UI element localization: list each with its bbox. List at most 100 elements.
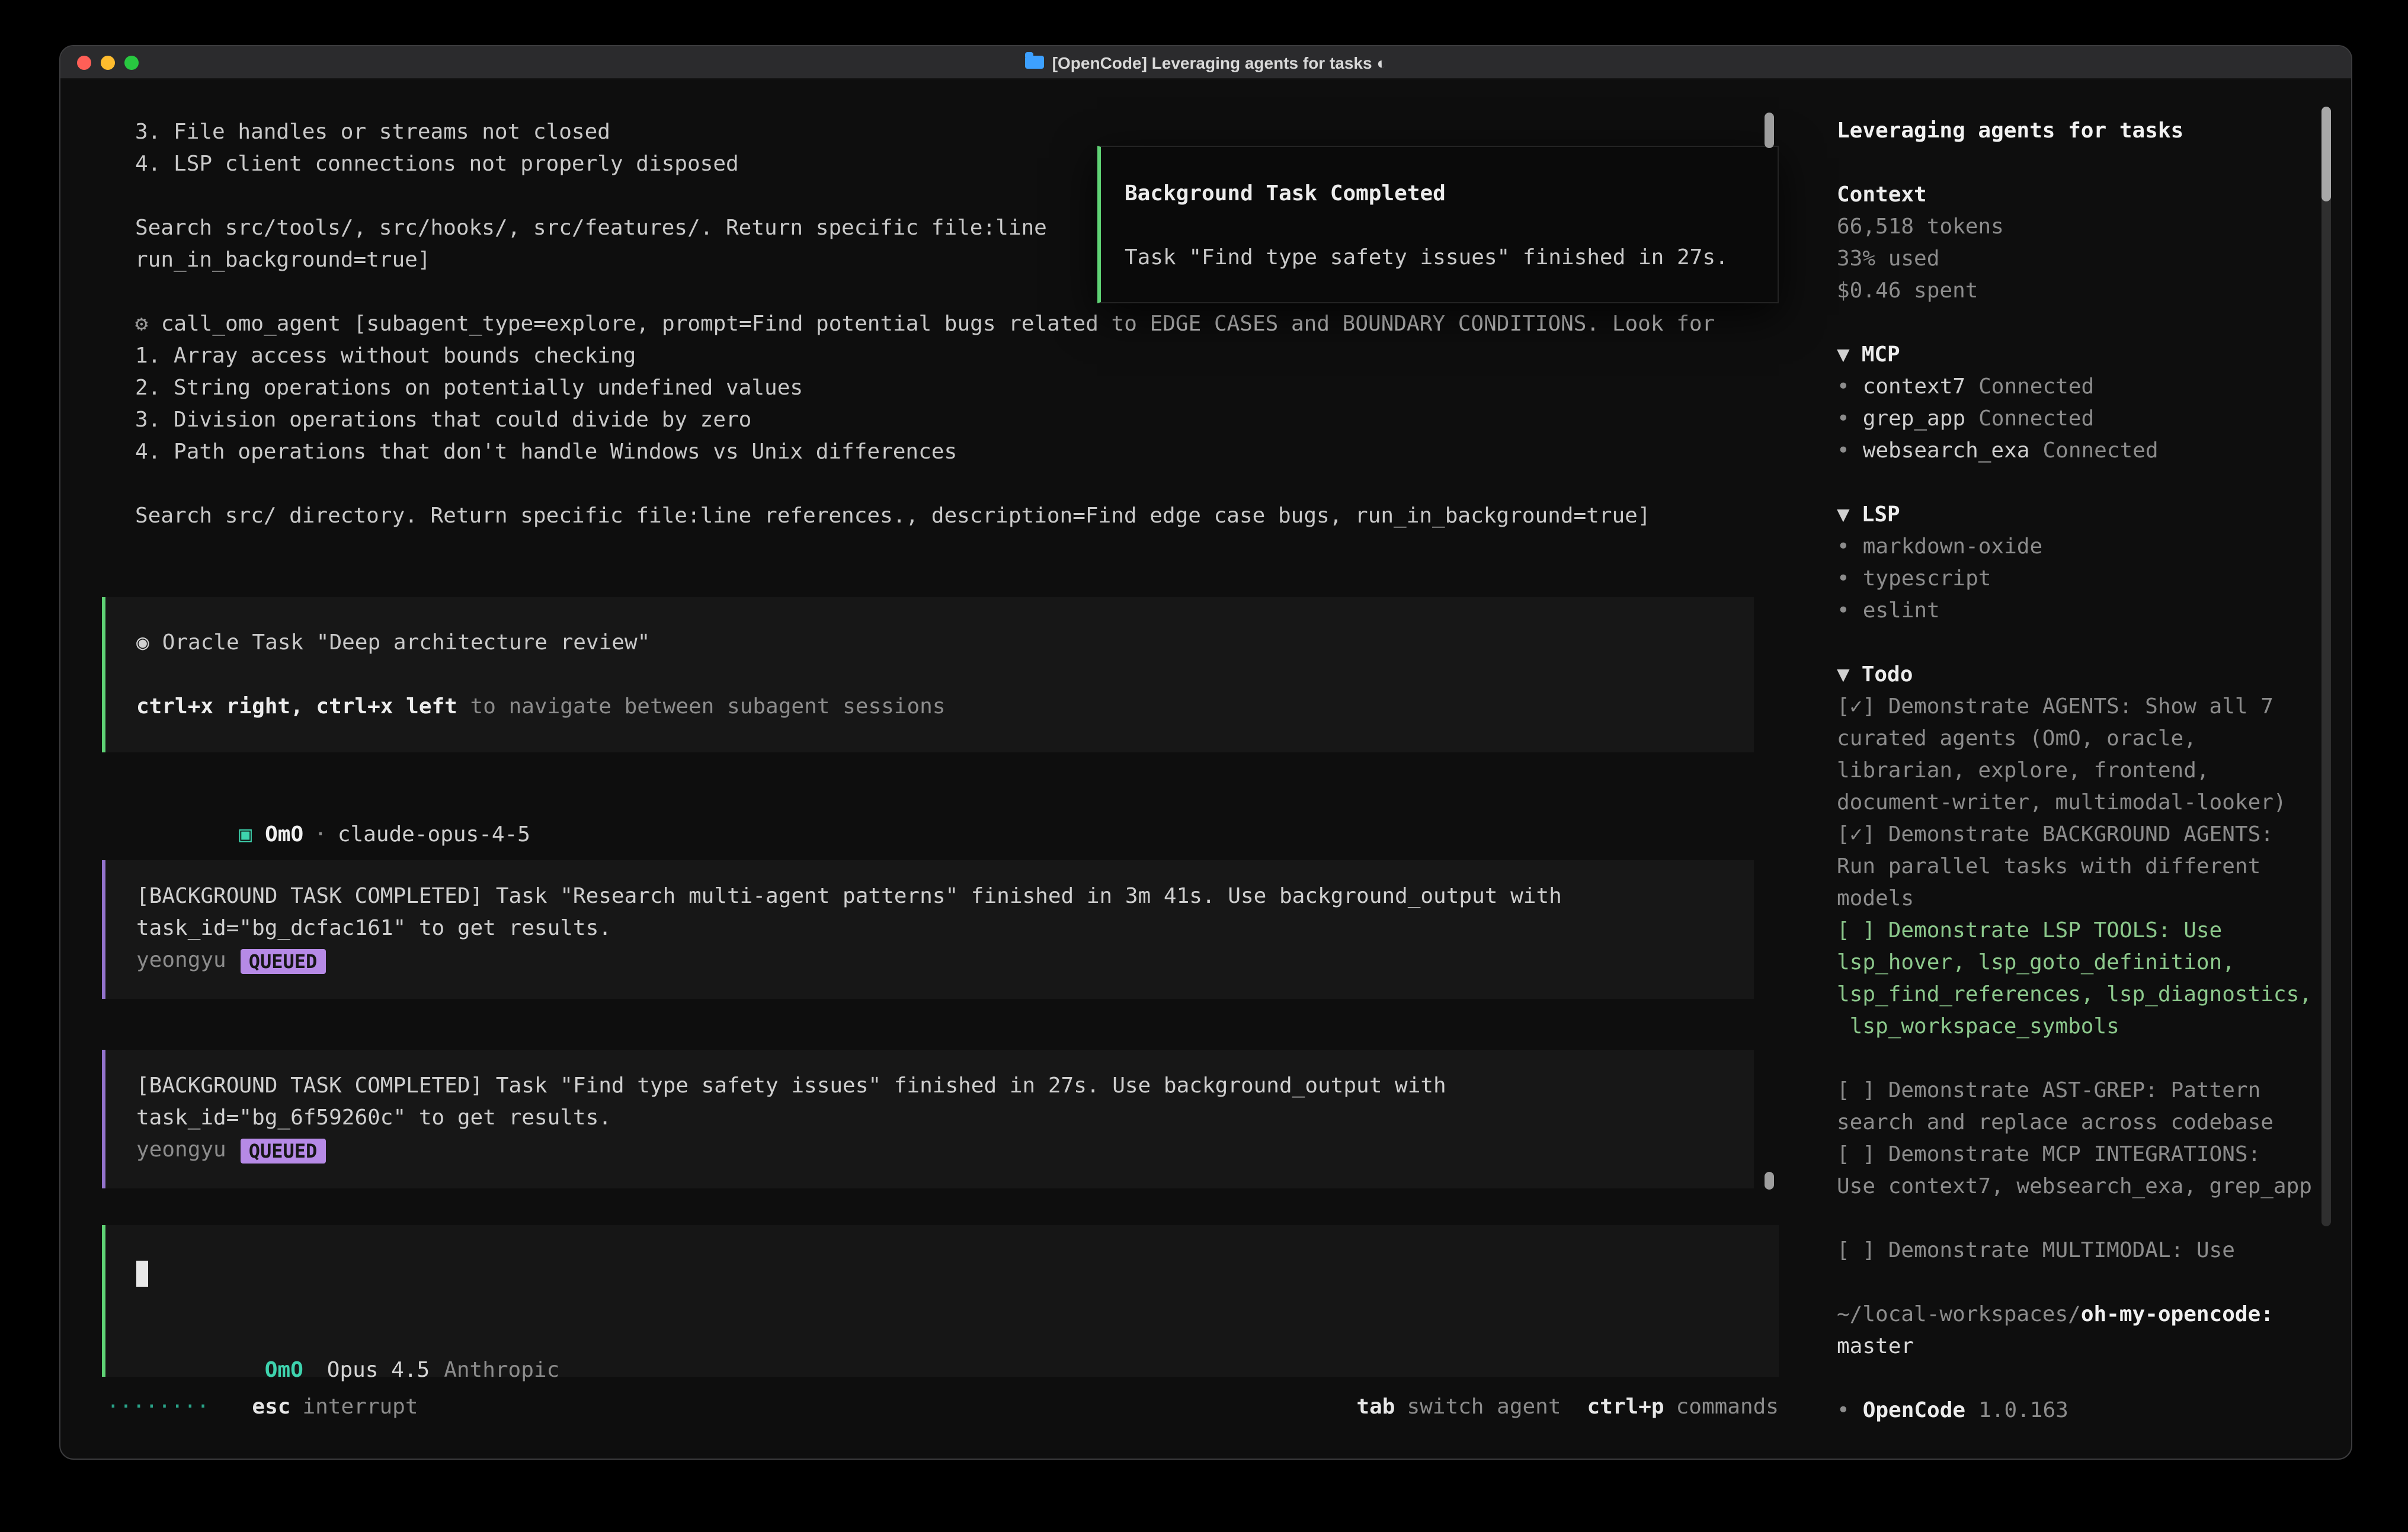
bullet-icon: • bbox=[1837, 438, 1850, 463]
version-line: •OpenCode1.0.163 bbox=[1837, 1395, 2351, 1427]
message-meta: yeongyu QUEUED bbox=[136, 1134, 1754, 1166]
esc-key-label: interrupt bbox=[302, 1395, 418, 1419]
close-button[interactable] bbox=[77, 56, 91, 70]
workspace-path-prefix: ~/local-workspaces/ bbox=[1837, 1302, 2081, 1327]
tab-key-label: switch agent bbox=[1407, 1395, 1561, 1419]
hint-text: to navigate between subagent sessions bbox=[457, 694, 946, 719]
todo-item: [ ] Demonstrate MCP INTEGRATIONS: Use co… bbox=[1837, 1139, 2351, 1203]
record-circle-icon: ◉ bbox=[136, 630, 149, 655]
todo-line: Run parallel tasks with different bbox=[1837, 851, 2351, 883]
todo-line: curated agents (OmO, oracle, bbox=[1837, 723, 2351, 755]
message-line: [BACKGROUND TASK COMPLETED] Task "Resear… bbox=[136, 880, 1754, 912]
agent-square-icon: ▣ bbox=[239, 822, 252, 847]
mcp-heading-text: MCP bbox=[1862, 342, 1900, 367]
session-sidebar: Leveraging agents for tasks Context 66,5… bbox=[1791, 79, 2351, 1459]
status-left: ········ esc interrupt bbox=[107, 1395, 418, 1419]
tab-key-hint: tab bbox=[1356, 1395, 1395, 1419]
app-version: 1.0.163 bbox=[1978, 1398, 2068, 1423]
folder-icon bbox=[1025, 56, 1044, 69]
message-line: [BACKGROUND TASK COMPLETED] Task "Find t… bbox=[136, 1070, 1754, 1102]
oracle-task-title-text: Oracle Task "Deep architecture review" bbox=[162, 630, 651, 655]
bullet-icon: • bbox=[1837, 534, 1850, 559]
collapse-triangle-icon: ▼ bbox=[1837, 502, 1850, 527]
commands-key-hint: ctrl+p bbox=[1587, 1395, 1664, 1419]
agent-header: ▣OmO·claude-opus-4-5 bbox=[60, 787, 1791, 819]
tool-call-text: call_omo_agent [subagent_type=explore, p… bbox=[161, 312, 1715, 336]
terminal-main: 3. File handles or streams not closed 4.… bbox=[60, 79, 1791, 1459]
spacer bbox=[136, 659, 1754, 691]
lsp-item: • typescript bbox=[1837, 563, 2351, 595]
lsp-name: typescript bbox=[1863, 566, 1991, 591]
mcp-item: • context7 Connected bbox=[1837, 371, 2351, 403]
mcp-status: Connected bbox=[1978, 406, 2094, 431]
mcp-status: Connected bbox=[1978, 374, 2094, 399]
oracle-task-title: ◉ Oracle Task "Deep architecture review" bbox=[136, 627, 1754, 659]
agent-model: claude-opus-4-5 bbox=[338, 822, 530, 847]
bullet-icon: • bbox=[1837, 598, 1850, 623]
input-model: Opus 4.5 bbox=[327, 1358, 430, 1383]
todo-line: [ ] Demonstrate MULTIMODAL: Use bbox=[1837, 1235, 2351, 1267]
status-bar: ········ esc interrupt tab switch agent ctrl… bbox=[60, 1391, 1791, 1423]
tool-call-line: 3. Division operations that could divide… bbox=[135, 404, 1791, 436]
bullet-icon: • bbox=[1837, 374, 1850, 399]
tool-call-line: 1. Array access without bounds checking bbox=[135, 340, 1791, 372]
spacer bbox=[1125, 210, 1778, 242]
todo-line: [ ] Demonstrate AST-GREP: Pattern bbox=[1837, 1075, 2351, 1107]
traffic-lights bbox=[77, 56, 139, 70]
input-meta: OmOOpus 4.5Anthropic bbox=[136, 1322, 1779, 1354]
message-block: [BACKGROUND TASK COMPLETED] Task "Resear… bbox=[102, 860, 1754, 999]
lsp-heading: ▼LSP bbox=[1837, 499, 2351, 531]
todo-line: [ ] Demonstrate MCP INTEGRATIONS: bbox=[1837, 1139, 2351, 1171]
mcp-heading: ▼ MCP bbox=[1837, 339, 2351, 371]
prompt-input[interactable]: OmOOpus 4.5Anthropic bbox=[102, 1225, 1779, 1377]
zoom-button[interactable] bbox=[124, 56, 139, 70]
todo-line: models bbox=[1837, 883, 2351, 915]
message-author: yeongyu bbox=[136, 948, 226, 973]
todo-item: [✓] Demonstrate BACKGROUND AGENTS: Run p… bbox=[1837, 819, 2351, 915]
bullet-icon: • bbox=[1837, 406, 1850, 431]
collapse-triangle-icon: ▼ bbox=[1837, 662, 1850, 687]
todo-line: Use context7, websearch_exa, grep_app bbox=[1837, 1171, 2351, 1203]
spacer bbox=[1837, 307, 2351, 339]
esc-key-hint: esc bbox=[252, 1395, 290, 1419]
todo-line: document-writer, multimodal-looker) bbox=[1837, 787, 2351, 819]
mcp-name: context7 bbox=[1863, 374, 1965, 399]
status-badge: QUEUED bbox=[241, 1138, 326, 1163]
main-scrollbar-thumb[interactable] bbox=[1765, 1172, 1774, 1190]
todo-line: lsp_hover, lsp_goto_definition, bbox=[1837, 947, 2351, 979]
context-used: 33% used bbox=[1837, 243, 2351, 275]
mcp-name: websearch_exa bbox=[1863, 438, 2030, 463]
todo-line: lsp_find_references, lsp_diagnostics, bbox=[1837, 979, 2351, 1011]
tool-call-line: 2. String operations on potentially unde… bbox=[135, 372, 1791, 404]
lsp-item: • eslint bbox=[1837, 595, 2351, 627]
mcp-status: Connected bbox=[2042, 438, 2158, 463]
main-scrollbar-thumb[interactable] bbox=[1765, 113, 1774, 148]
desktop: [OpenCode] Leveraging agents for tasks ◐… bbox=[0, 0, 2408, 1532]
minimize-button[interactable] bbox=[101, 56, 115, 70]
sidebar-scrollbar-thumb[interactable] bbox=[2321, 107, 2331, 201]
window-title: [OpenCode] Leveraging agents for tasks ◐ bbox=[1025, 53, 1387, 72]
spacer bbox=[1837, 627, 2351, 659]
todo-line: [ ] Demonstrate LSP TOOLS: Use bbox=[1837, 915, 2351, 947]
mcp-item: • grep_app Connected bbox=[1837, 403, 2351, 435]
bullet-icon: • bbox=[1837, 566, 1850, 591]
mcp-name: grep_app bbox=[1863, 406, 1965, 431]
spacer bbox=[1837, 467, 2351, 499]
todo-item: [✓] Demonstrate AGENTS: Show all 7 curat… bbox=[1837, 691, 2351, 819]
titlebar: [OpenCode] Leveraging agents for tasks ◐ bbox=[60, 46, 2351, 79]
mcp-item: • websearch_exa Connected bbox=[1837, 435, 2351, 467]
background-task-toast: Background Task Completed Task "Find typ… bbox=[1097, 146, 1779, 303]
todo-line: search and replace across codebase bbox=[1837, 1107, 2351, 1139]
message-meta: yeongyuQUEUED bbox=[136, 944, 1754, 976]
collapse-triangle-icon: ▼ bbox=[1837, 342, 1850, 367]
message-author: yeongyu bbox=[136, 1137, 226, 1162]
oracle-task-panel: ◉Oracle Task "Deep architecture review" … bbox=[102, 597, 1754, 752]
tool-call-line: ⚙call_omo_agent [subagent_type=explore, … bbox=[135, 308, 1791, 340]
workspace-path-name: oh-my-opencode: bbox=[2081, 1302, 2273, 1327]
sidebar-scrollbar-track[interactable] bbox=[2321, 107, 2331, 1226]
spinner-dots-icon: ········ bbox=[107, 1395, 209, 1419]
todo-heading: ▼Todo bbox=[1837, 659, 2351, 691]
toast-body: Task "Find type safety issues" finished … bbox=[1125, 242, 1778, 274]
app-name: OpenCode bbox=[1863, 1398, 1965, 1423]
lsp-name: eslint bbox=[1863, 598, 1940, 623]
